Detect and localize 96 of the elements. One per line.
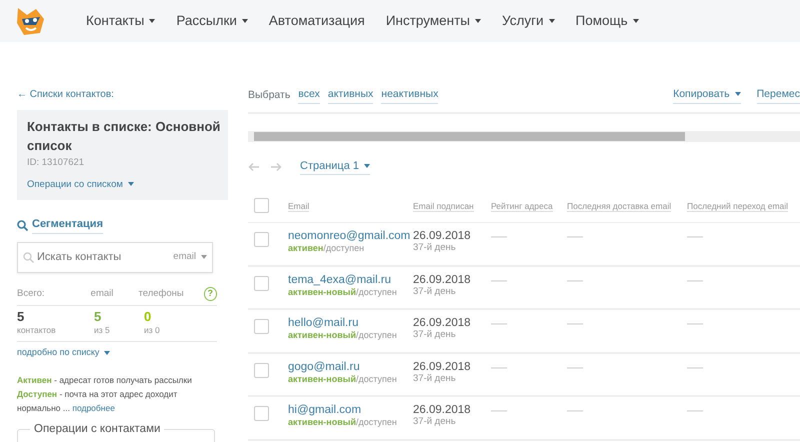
stat-header: Всего: <box>17 286 46 301</box>
empty-value: —— <box>491 274 507 285</box>
caret-icon <box>149 19 156 24</box>
nav-menu-item[interactable]: Услуги <box>502 10 555 32</box>
right-arrow-icon[interactable] <box>270 162 282 172</box>
list-title: Контакты в списке: Основной список <box>27 118 222 155</box>
caret-icon <box>242 19 248 24</box>
empty-value: —— <box>567 362 583 372</box>
row-checkbox[interactable] <box>254 232 269 248</box>
date-text: 26.09.2018 <box>413 404 472 417</box>
page-selector[interactable]: Страница 1 <box>300 158 370 176</box>
select-link[interactable]: всех <box>298 87 320 104</box>
empty-value: —— <box>687 362 703 372</box>
caret-icon <box>128 182 134 186</box>
panel-title: Операции с контактами <box>30 422 164 436</box>
column-header[interactable]: Рейтинг адреса <box>491 200 553 212</box>
search-field[interactable]: Искать контакты email <box>17 242 213 273</box>
stat-caption: из 5 <box>94 324 111 338</box>
legend-text: Активен - адресат готов получать рассылки <box>17 374 193 387</box>
list-id: ID: 13107621 <box>27 156 86 170</box>
search-icon <box>23 252 34 263</box>
stat-value: 0 <box>144 310 152 324</box>
status-text: активен/доступен <box>288 243 366 254</box>
empty-value: —— <box>491 405 507 416</box>
empty-value: —— <box>567 318 583 328</box>
column-header[interactable]: Email <box>288 200 310 212</box>
row-checkbox[interactable] <box>254 319 269 334</box>
stat-value: 5 <box>17 310 26 324</box>
select-link[interactable]: активных <box>328 87 374 104</box>
empty-value: —— <box>687 318 703 328</box>
empty-value: —— <box>567 231 583 242</box>
nav-menu-item[interactable]: Рассылки <box>176 10 248 32</box>
age-text: 37-й день <box>413 286 457 298</box>
email-link[interactable]: gogo@mail.ru <box>288 360 413 374</box>
action-link[interactable]: Перемес <box>756 87 800 104</box>
segmentation-link[interactable]: Сегментация <box>32 216 103 234</box>
nav-menu-item[interactable]: Помощь <box>576 10 639 32</box>
column-header[interactable]: Последний переход email <box>687 200 788 212</box>
caret-icon <box>548 19 555 24</box>
legend-text: Доступен - почта на этот адрес доходит нормально ... подробнее <box>17 388 178 415</box>
action-link[interactable]: Копировать <box>673 87 741 104</box>
caret-icon <box>475 19 482 24</box>
email-link[interactable]: neomonreo@gmail.com <box>288 230 413 244</box>
select-label: Выбрать <box>248 88 290 102</box>
age-text: 37-й день <box>413 417 457 428</box>
date-text: 26.09.2018 <box>413 317 472 330</box>
more-link[interactable]: подробнее <box>72 402 115 413</box>
stat-caption: из 0 <box>144 324 161 338</box>
empty-value: —— <box>491 362 507 372</box>
stat-value: 5 <box>94 310 102 324</box>
details-link[interactable]: подробно по списку <box>17 346 110 360</box>
nav-menu-item[interactable]: Контакты <box>86 10 156 32</box>
caret-icon <box>364 164 370 168</box>
scrollbar[interactable] <box>248 130 800 142</box>
status-text: активен-новый/доступен <box>288 330 398 341</box>
caret-icon <box>104 350 110 355</box>
left-arrow-icon[interactable] <box>248 162 260 172</box>
age-text: 37-й день <box>413 374 457 385</box>
select-link[interactable]: неактивных <box>381 87 438 104</box>
select-all-checkbox[interactable] <box>254 198 269 214</box>
nav-menu-item[interactable]: Автоматизация <box>268 10 365 32</box>
date-text: 26.09.2018 <box>413 230 472 243</box>
empty-value: —— <box>567 405 583 416</box>
row-checkbox[interactable] <box>254 362 269 378</box>
caret-icon <box>201 254 207 259</box>
date-text: 26.09.2018 <box>413 360 472 374</box>
stat-caption: контактов <box>17 324 57 338</box>
empty-value: —— <box>491 318 507 328</box>
status-text: активен-новый/доступен <box>288 417 398 428</box>
empty-value: —— <box>687 274 703 285</box>
empty-value: —— <box>491 231 507 242</box>
stat-header: телефоны <box>138 286 185 301</box>
column-header[interactable]: Последняя доставка email <box>567 200 672 212</box>
help-icon[interactable]: ? <box>204 286 218 301</box>
row-checkbox[interactable] <box>254 406 269 422</box>
age-text: 37-й день <box>413 330 457 342</box>
empty-value: —— <box>687 231 703 242</box>
email-link[interactable]: hello@mail.ru <box>288 317 413 330</box>
row-checkbox[interactable] <box>254 276 269 291</box>
email-link[interactable]: hi@gmail.com <box>288 404 413 418</box>
caret-icon <box>734 92 741 96</box>
search-icon <box>17 220 28 230</box>
field-select[interactable]: email <box>173 250 207 264</box>
email-link[interactable]: tema_4exa@mail.ru <box>288 274 413 287</box>
status-text: активен-новый/доступен <box>288 374 398 384</box>
age-text: 37-й день <box>413 243 457 254</box>
empty-value: —— <box>687 405 703 416</box>
stat-header: email <box>90 286 114 301</box>
nav-menu-item[interactable]: Инструменты <box>386 10 482 32</box>
status-text: активен-новый/доступен <box>288 286 398 298</box>
empty-value: —— <box>567 274 583 285</box>
column-header[interactable]: Email подписан <box>413 200 474 212</box>
list-operations-link[interactable]: Операции со списком <box>27 178 134 192</box>
caret-icon <box>632 19 639 24</box>
back-link[interactable]: ← Списки контактов: <box>17 87 114 102</box>
date-text: 26.09.2018 <box>413 274 472 287</box>
